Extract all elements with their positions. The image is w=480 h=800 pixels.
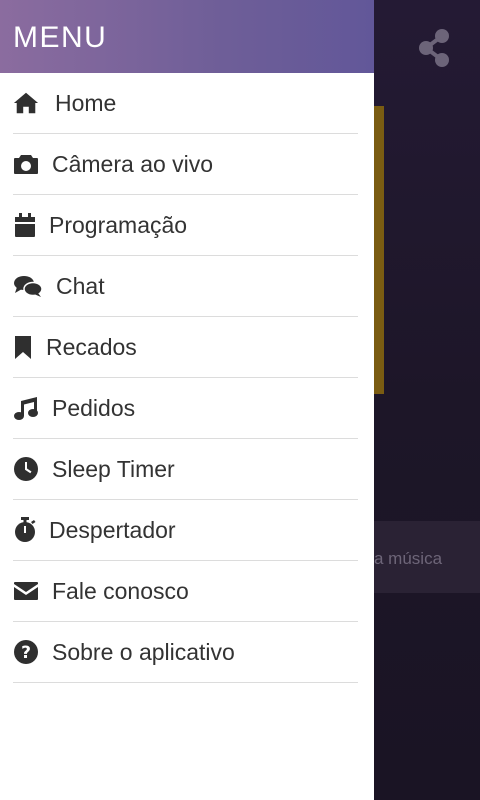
menu-item-contact[interactable]: Fale conosco [13,561,358,622]
menu-item-schedule[interactable]: Programação [13,195,358,256]
menu-item-label: Fale conosco [52,577,189,604]
menu-item-alarm[interactable]: Despertador [13,500,358,561]
menu-item-label: Chat [56,272,105,299]
svg-text:?: ? [21,643,31,663]
menu-item-label: Home [55,89,117,116]
background-banner [374,106,384,394]
stopwatch-icon [13,517,36,543]
home-icon [13,90,39,116]
menu-item-label: Sleep Timer [52,455,175,482]
menu-item-home[interactable]: Home [13,73,358,134]
calendar-icon [13,212,36,238]
envelope-icon [13,578,39,604]
clock-icon [13,456,39,482]
menu-item-label: Pedidos [52,394,136,421]
chat-icon [13,273,43,299]
camera-icon [13,151,39,177]
drawer-header: MENU [0,0,374,73]
music-note-icon [13,395,39,421]
menu-item-about[interactable]: ? Sobre o aplicativo [13,622,358,683]
question-circle-icon: ? [13,639,39,665]
navigation-drawer: MENU Home Câmera ao vivo Programação Cha… [0,0,374,800]
share-icon[interactable] [416,28,454,68]
bookmark-icon [13,334,33,360]
menu-item-label: Sobre o aplicativo [52,638,235,665]
menu-item-chat[interactable]: Chat [13,256,358,317]
menu-item-sleep-timer[interactable]: Sleep Timer [13,439,358,500]
menu-item-label: Programação [49,211,188,238]
menu-list: Home Câmera ao vivo Programação Chat Rec [0,73,374,683]
menu-item-camera[interactable]: Câmera ao vivo [13,134,358,195]
menu-item-messages[interactable]: Recados [13,317,358,378]
background-song-text: a música [374,549,443,568]
menu-item-label: Despertador [49,516,176,543]
drawer-title: MENU [13,20,108,54]
menu-item-label: Recados [46,333,137,360]
menu-item-requests[interactable]: Pedidos [13,378,358,439]
background-song-panel: a música [374,521,480,593]
menu-item-label: Câmera ao vivo [52,150,214,177]
